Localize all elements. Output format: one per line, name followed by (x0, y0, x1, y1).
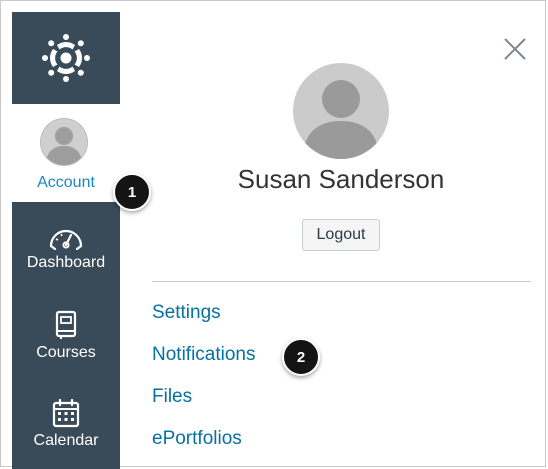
callout-badge-2: 2 (282, 338, 320, 376)
sidebar-item-label: Courses (36, 344, 96, 361)
user-silhouette-icon (303, 80, 379, 159)
canvas-logo[interactable] (12, 12, 120, 104)
calendar-icon (52, 398, 80, 428)
settings-link[interactable]: Settings (152, 302, 221, 324)
canvas-logo-icon (42, 34, 90, 82)
logout-button[interactable]: Logout (302, 219, 380, 251)
files-link[interactable]: Files (152, 386, 192, 408)
sidebar-item-courses[interactable]: Courses (12, 310, 120, 362)
user-silhouette-icon (46, 127, 82, 165)
avatar (40, 118, 88, 166)
sidebar-item-calendar[interactable]: Calendar (12, 398, 120, 450)
book-icon (55, 310, 77, 339)
sidebar-item-label: Dashboard (26, 254, 106, 271)
notifications-link[interactable]: Notifications (152, 344, 256, 366)
sidebar-item-label: Account (37, 174, 95, 191)
sidebar-item-account[interactable]: Account (12, 104, 120, 202)
callout-badge-1: 1 (113, 173, 151, 211)
sidebar-item-label: Calendar (33, 432, 99, 449)
divider (152, 281, 531, 282)
close-icon (504, 38, 526, 60)
user-name: Susan Sanderson (237, 164, 445, 194)
eportfolios-link[interactable]: ePortfolios (152, 428, 242, 450)
close-tray-button[interactable] (500, 34, 530, 64)
profile-avatar (293, 63, 389, 159)
speedometer-icon (49, 229, 83, 250)
sidebar-item-dashboard[interactable]: Dashboard (12, 224, 120, 272)
